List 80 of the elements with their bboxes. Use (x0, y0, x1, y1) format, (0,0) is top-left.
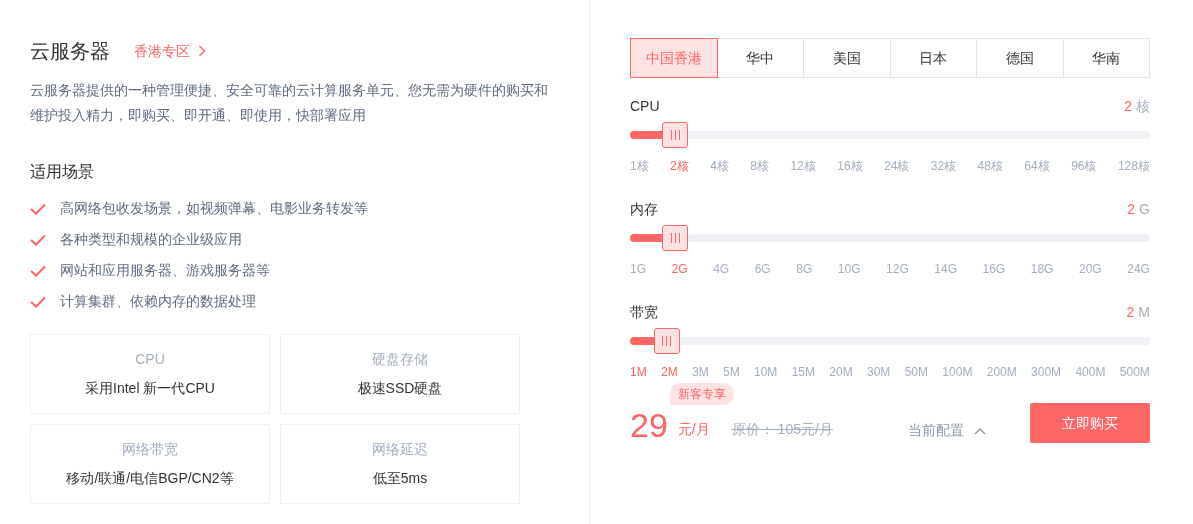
slider-value: 2 (1124, 97, 1132, 116)
tick-label: 12核 (790, 158, 816, 175)
tick-label: 400M (1075, 364, 1106, 381)
tick-label: 64核 (1024, 158, 1050, 175)
tick-label: 8核 (750, 158, 769, 175)
region-tab[interactable]: 美国 (803, 38, 891, 78)
slider-label: 内存 (630, 200, 658, 219)
tick-label: 5M (723, 364, 740, 381)
tick-label: 2核 (670, 158, 689, 175)
check-icon (30, 233, 46, 246)
tick-label: 50M (904, 364, 929, 381)
tick-label: 100M (942, 364, 973, 381)
tick-label: 96核 (1071, 158, 1097, 175)
tick-label: 1核 (630, 158, 649, 175)
feature-text: 采用Intel 新一代CPU (85, 379, 215, 398)
slider-value: 2 (1126, 303, 1135, 322)
scenario-text: 计算集群、依赖内存的数据处理 (60, 292, 256, 311)
feature-title: 网络延迟 (372, 440, 428, 459)
unit-label: M (1138, 303, 1150, 322)
check-icon (30, 264, 46, 277)
region-tab[interactable]: 华中 (716, 38, 804, 78)
tick-label: 32核 (930, 158, 957, 175)
tick-label: 12G (886, 261, 909, 278)
feature-text: 移动/联通/电信BGP/CN2等 (66, 469, 234, 488)
unit-label: 核 (1136, 97, 1150, 116)
tick-label: 20M (829, 364, 853, 381)
tick-label: 8G (796, 261, 813, 278)
feature-title: CPU (135, 350, 165, 369)
unit-label: G (1139, 200, 1150, 219)
tick-label: 30M (867, 364, 891, 381)
slider-label: CPU (630, 97, 660, 116)
tick-label: 128核 (1117, 158, 1150, 175)
page-title: 云服务器 (30, 39, 110, 64)
tick-label: 6G (754, 261, 771, 278)
scenario-text: 各种类型和规模的企业级应用 (60, 230, 242, 249)
feature-text: 极速SSD硬盘 (357, 379, 443, 398)
section-title: 适用场景 (30, 162, 95, 182)
tick-label: 10M (754, 364, 778, 381)
tick-label: 14G (934, 261, 957, 278)
feature-text: 低至5ms (372, 469, 428, 488)
tick-label: 24核 (884, 158, 910, 175)
tick-label: 16核 (837, 158, 863, 175)
tick-label: 20G (1079, 261, 1102, 278)
tick-label: 24G (1127, 261, 1150, 278)
tick-label: 48核 (977, 158, 1003, 175)
check-icon (30, 202, 46, 215)
region-tab[interactable]: 日本 (889, 38, 977, 78)
check-icon (30, 295, 46, 308)
tick-label: 4G (713, 261, 730, 278)
tick-label: 15M (791, 364, 815, 381)
tick-label: 1M (630, 364, 647, 381)
tick-label: 10G (837, 261, 861, 278)
slider-handle[interactable] (662, 122, 689, 148)
slider-value: 2 (1127, 200, 1136, 219)
scenario-text: 网站和应用服务器、游戏服务器等 (60, 261, 270, 280)
slider-label: 带宽 (630, 303, 658, 322)
slider-handle[interactable] (662, 225, 689, 251)
tick-label: 200M (986, 364, 1017, 381)
tick-label: 1G (630, 261, 646, 278)
region-tab[interactable]: 华南 (1062, 38, 1150, 78)
tick-label: 16G (982, 261, 1006, 278)
tick-label: 2G (671, 261, 688, 278)
slider-handle[interactable] (653, 328, 680, 354)
tick-label: 18G (1030, 261, 1054, 278)
description: 云服务器提供的一种管理便捷、安全可靠的云计算服务单元、您无需为硬件的购买和维护投入精力，即购买、即开通、即使用，快部署应用 (30, 81, 549, 125)
promo-badge: 新客专享 (670, 383, 734, 405)
tick-label: 300M (1031, 364, 1062, 381)
original-price: 原价： 105元/月 (731, 420, 833, 439)
price: 29 (630, 407, 668, 443)
feature-title: 硬盘存储 (372, 350, 428, 369)
tick-label: 2M (661, 364, 678, 381)
region-tab[interactable]: 德国 (976, 38, 1064, 78)
feature-title: 网络带宽 (122, 440, 178, 459)
price-unit: 元/月 (677, 420, 710, 439)
tick-label: 500M (1119, 364, 1150, 381)
scenario-text: 高网络包收发场景，如视频弹幕、电影业务转发等 (60, 199, 368, 218)
tick-label: 4核 (710, 158, 729, 175)
chevron-right-icon (198, 45, 206, 57)
chevron-up-icon (974, 426, 986, 435)
tick-label: 3M (692, 364, 709, 381)
